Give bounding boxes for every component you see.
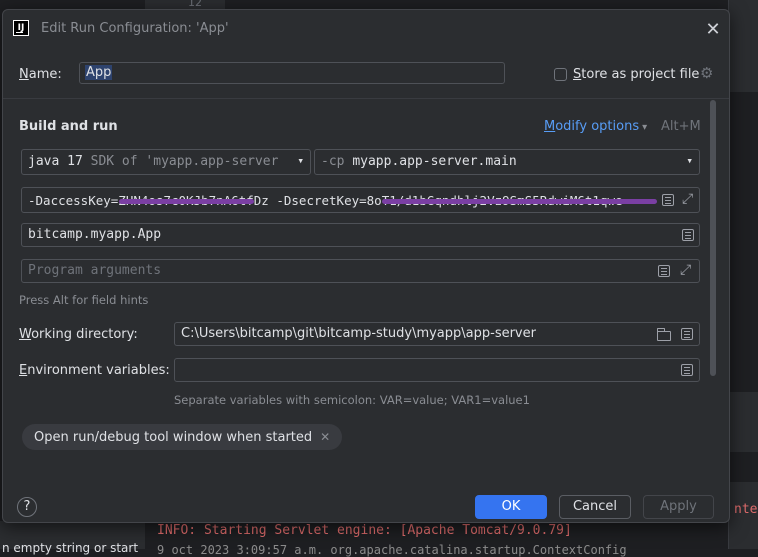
dialog-titlebar[interactable]: IJ Edit Run Configuration: 'App' ✕ (3, 10, 729, 50)
ide-right-panel (728, 0, 758, 549)
redaction-mark (119, 199, 254, 204)
ok-button[interactable]: OK (475, 495, 547, 519)
modify-options-shortcut: Alt+M (661, 119, 701, 134)
separator (3, 98, 729, 99)
expand-text-icon[interactable] (658, 265, 670, 277)
scrollbar[interactable] (710, 100, 716, 376)
main-class-value: bitcamp.myapp.App (28, 227, 162, 242)
intellij-logo-icon: IJ (13, 20, 29, 36)
chip-label: Open run/debug tool window when started (34, 430, 313, 445)
store-as-project-file-label[interactable]: Store as project file (573, 67, 699, 82)
classpath-module-select[interactable]: -cp myapp.app-server.main ▾ (314, 149, 700, 175)
edit-run-configuration-dialog: IJ Edit Run Configuration: 'App' ✕ Name:… (2, 9, 730, 523)
cp-module: myapp.app-server.main (352, 154, 517, 169)
line-number: 12 (188, 0, 202, 9)
expand-icon[interactable]: ⤢ (682, 192, 696, 206)
open-tool-window-chip[interactable]: Open run/debug tool window when started ✕ (22, 424, 343, 450)
console-line: INFO: Starting Servlet engine: [Apache T… (157, 523, 572, 538)
redaction-mark (382, 199, 657, 204)
help-button[interactable]: ? (17, 497, 37, 517)
program-arguments-placeholder: Program arguments (28, 263, 162, 278)
chevron-down-icon: ▾ (642, 122, 648, 133)
jdk-value: java 17 (28, 154, 83, 169)
working-directory-value: C:\Users\bitcamp\git\bitcamp-study\myapp… (181, 326, 536, 341)
environment-variables-input[interactable] (174, 358, 700, 382)
section-title: Build and run (19, 119, 118, 134)
console-right-text: nter (734, 502, 758, 517)
program-arguments-input[interactable]: Program arguments ⤢ (21, 259, 700, 283)
environment-variables-hint: Separate variables with semicolon: VAR=v… (174, 393, 530, 407)
jdk-sdk-text: SDK of 'myapp.app-server (90, 154, 279, 169)
expand-text-icon[interactable] (662, 194, 674, 206)
browse-list-icon[interactable] (682, 229, 694, 241)
edit-env-list-icon[interactable] (681, 364, 693, 376)
remove-chip-icon[interactable]: ✕ (320, 430, 330, 444)
folder-icon[interactable] (657, 328, 671, 341)
ide-left-text: n empty string or start (2, 541, 139, 555)
name-label: Name: (19, 67, 62, 82)
environment-variables-label: Environment variables: (19, 363, 170, 378)
jdk-select[interactable]: java 17 SDK of 'myapp.app-server ▾ (21, 149, 311, 175)
chevron-down-icon: ▾ (297, 154, 304, 167)
working-directory-input[interactable]: C:\Users\bitcamp\git\bitcamp-study\myapp… (174, 322, 700, 346)
name-value: App (85, 65, 113, 80)
gear-icon[interactable]: ⚙ (700, 66, 715, 81)
console-line: 9 oct 2023 3:09:57 a.m. org.apache.catal… (157, 543, 627, 557)
vm-options-input[interactable]: -DaccessKey=ZHN4os7c0KJb7nA6tfDz -Dsecre… (21, 187, 700, 213)
working-directory-label: Working directory: (19, 327, 138, 342)
expand-icon[interactable]: ⤢ (680, 263, 694, 277)
field-hint-text: Press Alt for field hints (19, 293, 149, 307)
store-as-project-file-checkbox[interactable] (554, 68, 567, 81)
apply-button[interactable]: Apply (643, 495, 714, 519)
dialog-title: Edit Run Configuration: 'App' (41, 21, 229, 36)
close-icon[interactable]: ✕ (703, 20, 723, 40)
modify-options-link[interactable]: Modify options ▾ (544, 119, 647, 134)
console-output: INFO: Starting Servlet engine: [Apache T… (145, 521, 728, 557)
chevron-down-icon: ▾ (686, 154, 693, 167)
main-class-input[interactable]: bitcamp.myapp.App (21, 223, 700, 247)
name-input[interactable]: App (79, 62, 505, 84)
cp-flag: -cp (321, 154, 345, 169)
macro-list-icon[interactable] (681, 328, 693, 340)
cancel-button[interactable]: Cancel (559, 495, 631, 519)
